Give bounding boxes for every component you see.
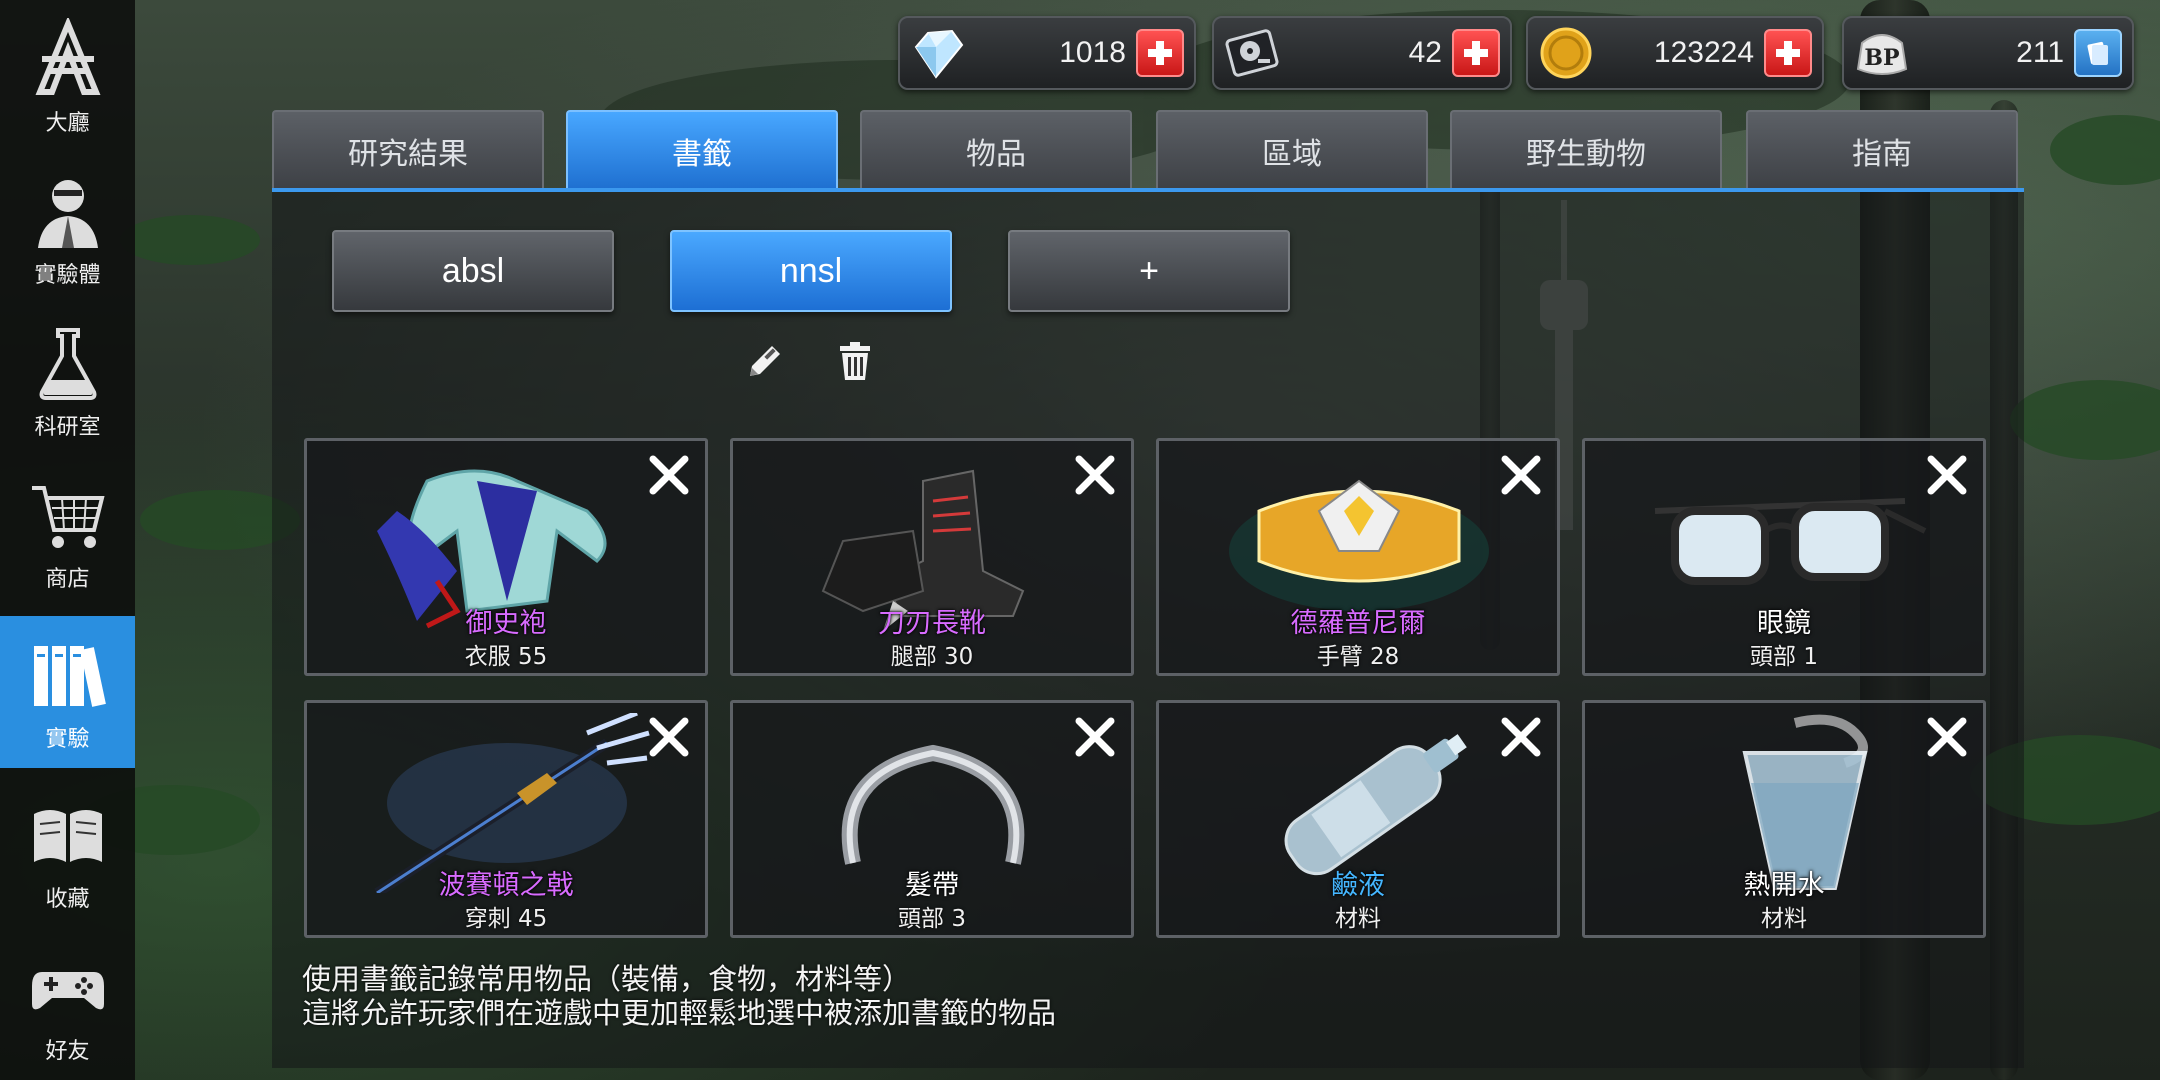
bookmarked-item[interactable]: 髮帶 頭部 3 <box>730 700 1134 938</box>
tab-bookmarks[interactable]: 書籤 <box>566 110 838 190</box>
bp-card-button[interactable] <box>2074 29 2122 77</box>
remove-item-button[interactable] <box>1493 447 1549 503</box>
item-category: 手臂 28 <box>1316 644 1400 670</box>
close-icon <box>1927 455 1967 495</box>
plus-icon <box>1148 41 1172 65</box>
close-icon <box>1501 717 1541 757</box>
item-name: 德羅普尼爾 <box>1290 608 1426 639</box>
close-icon <box>649 717 689 757</box>
tab-research-results[interactable]: 研究結果 <box>272 110 544 190</box>
diamond-icon <box>908 23 968 83</box>
currency-value: 42 <box>1408 36 1442 69</box>
tab-items[interactable]: 物品 <box>860 110 1132 190</box>
sidebar-item-experiment[interactable]: 實驗 <box>0 616 135 768</box>
item-category: 腿部 30 <box>890 644 974 670</box>
bookmarked-item[interactable]: 波賽頓之戟 穿刺 45 <box>304 700 708 938</box>
close-icon <box>1075 717 1115 757</box>
sidebar-item-label: 大廳 <box>45 111 90 136</box>
currency-value: 1018 <box>1059 36 1126 69</box>
bookmark-nnsl-button[interactable]: nnsl <box>670 230 952 312</box>
sidebar-item-label: 科研室 <box>34 415 101 440</box>
bookmarked-item[interactable]: 刀刃長靴 腿部 30 <box>730 438 1134 676</box>
remove-item-button[interactable] <box>641 447 697 503</box>
bookmarked-item[interactable]: 德羅普尼爾 手臂 28 <box>1156 438 1560 676</box>
item-category: 穿刺 45 <box>464 906 548 932</box>
sidebar-item-label: 實驗 <box>45 727 90 752</box>
item-name: 鹼液 <box>1331 870 1385 901</box>
lobby-logo-icon <box>25 15 111 101</box>
currency-bp: BP 211 <box>1842 16 2134 90</box>
books-icon <box>25 631 111 717</box>
sidebar: 大廳 實驗體 科研室 商店 實驗 收藏 好友 <box>0 0 135 1080</box>
edit-pencil-icon[interactable] <box>738 334 792 388</box>
sidebar-item-label: 收藏 <box>45 887 90 912</box>
item-name: 波賽頓之戟 <box>438 870 574 901</box>
close-icon <box>1927 717 1967 757</box>
sidebar-item-label: 實驗體 <box>34 263 101 288</box>
remove-item-button[interactable] <box>1919 447 1975 503</box>
item-category: 頭部 3 <box>898 906 966 932</box>
close-icon <box>1501 455 1541 495</box>
description-line-1: 使用書籤記錄常用物品（裝備，食物，材料等） <box>302 962 912 996</box>
description-line-2: 這將允許玩家們在遊戲中更加輕鬆地選中被添加書籤的物品 <box>302 996 1057 1030</box>
bookmarked-item[interactable]: 鹼液 材料 <box>1156 700 1560 938</box>
gold-coin-icon <box>1536 23 1596 83</box>
sidebar-item-lobby[interactable]: 大廳 <box>0 0 135 152</box>
open-book-icon <box>25 791 111 877</box>
remove-item-button[interactable] <box>641 709 697 765</box>
item-name: 御史袍 <box>465 608 547 639</box>
bookmark-description: 使用書籤記錄常用物品（裝備，食物，材料等） 這將允許玩家們在遊戲中更加輕鬆地選中… <box>302 962 1056 1030</box>
hard-disk-icon <box>1222 23 1282 83</box>
flask-icon <box>25 319 111 405</box>
item-category: 衣服 55 <box>464 644 548 670</box>
sidebar-item-collection[interactable]: 收藏 <box>0 776 135 928</box>
remove-item-button[interactable] <box>1067 709 1123 765</box>
bp-badge-icon: BP <box>1852 23 1912 83</box>
card-icon <box>2087 41 2108 65</box>
remove-item-button[interactable] <box>1493 709 1549 765</box>
add-bookmark-button[interactable]: + <box>1008 230 1290 312</box>
subject-portrait-icon <box>25 167 111 253</box>
bookmarked-item[interactable]: 御史袍 衣服 55 <box>304 438 708 676</box>
close-icon <box>649 455 689 495</box>
remove-item-button[interactable] <box>1919 709 1975 765</box>
sidebar-item-shop[interactable]: 商店 <box>0 456 135 608</box>
shopping-cart-icon <box>25 471 111 557</box>
delete-trash-icon[interactable] <box>828 334 882 388</box>
currency-diamond: 1018 <box>898 16 1196 90</box>
bp-icon-text: BP <box>1864 45 1899 71</box>
sidebar-item-subjects[interactable]: 實驗體 <box>0 152 135 304</box>
plus-icon <box>1776 41 1800 65</box>
add-diamond-button[interactable] <box>1136 29 1184 77</box>
tab-areas[interactable]: 區域 <box>1156 110 1428 190</box>
item-name: 髮帶 <box>905 870 959 901</box>
sidebar-item-lab[interactable]: 科研室 <box>0 304 135 456</box>
item-name: 熱開水 <box>1743 870 1825 901</box>
close-icon <box>1075 455 1115 495</box>
currency-disk: 42 <box>1212 16 1512 90</box>
plus-icon <box>1464 41 1488 65</box>
item-name: 刀刃長靴 <box>878 608 986 639</box>
currency-value: 211 <box>2016 36 2064 69</box>
add-coin-button[interactable] <box>1764 29 1812 77</box>
sidebar-item-friends[interactable]: 好友 <box>0 928 135 1080</box>
add-disk-button[interactable] <box>1452 29 1500 77</box>
remove-item-button[interactable] <box>1067 447 1123 503</box>
bookmarked-item[interactable]: 熱開水 材料 <box>1582 700 1986 938</box>
currency-value: 123224 <box>1653 36 1754 69</box>
bookmarked-item[interactable]: 眼鏡 頭部 1 <box>1582 438 1986 676</box>
item-name: 眼鏡 <box>1757 608 1811 639</box>
item-category: 頭部 1 <box>1750 644 1818 670</box>
gamepad-icon <box>25 943 111 1029</box>
item-category: 材料 <box>1335 906 1381 932</box>
currency-coin: 123224 <box>1526 16 1824 90</box>
tab-guide[interactable]: 指南 <box>1746 110 2018 190</box>
tab-wildlife[interactable]: 野生動物 <box>1450 110 1722 190</box>
item-category: 材料 <box>1761 906 1807 932</box>
sidebar-item-label: 商店 <box>45 567 90 592</box>
bookmark-absl-button[interactable]: absl <box>332 230 614 312</box>
sidebar-item-label: 好友 <box>45 1039 90 1064</box>
